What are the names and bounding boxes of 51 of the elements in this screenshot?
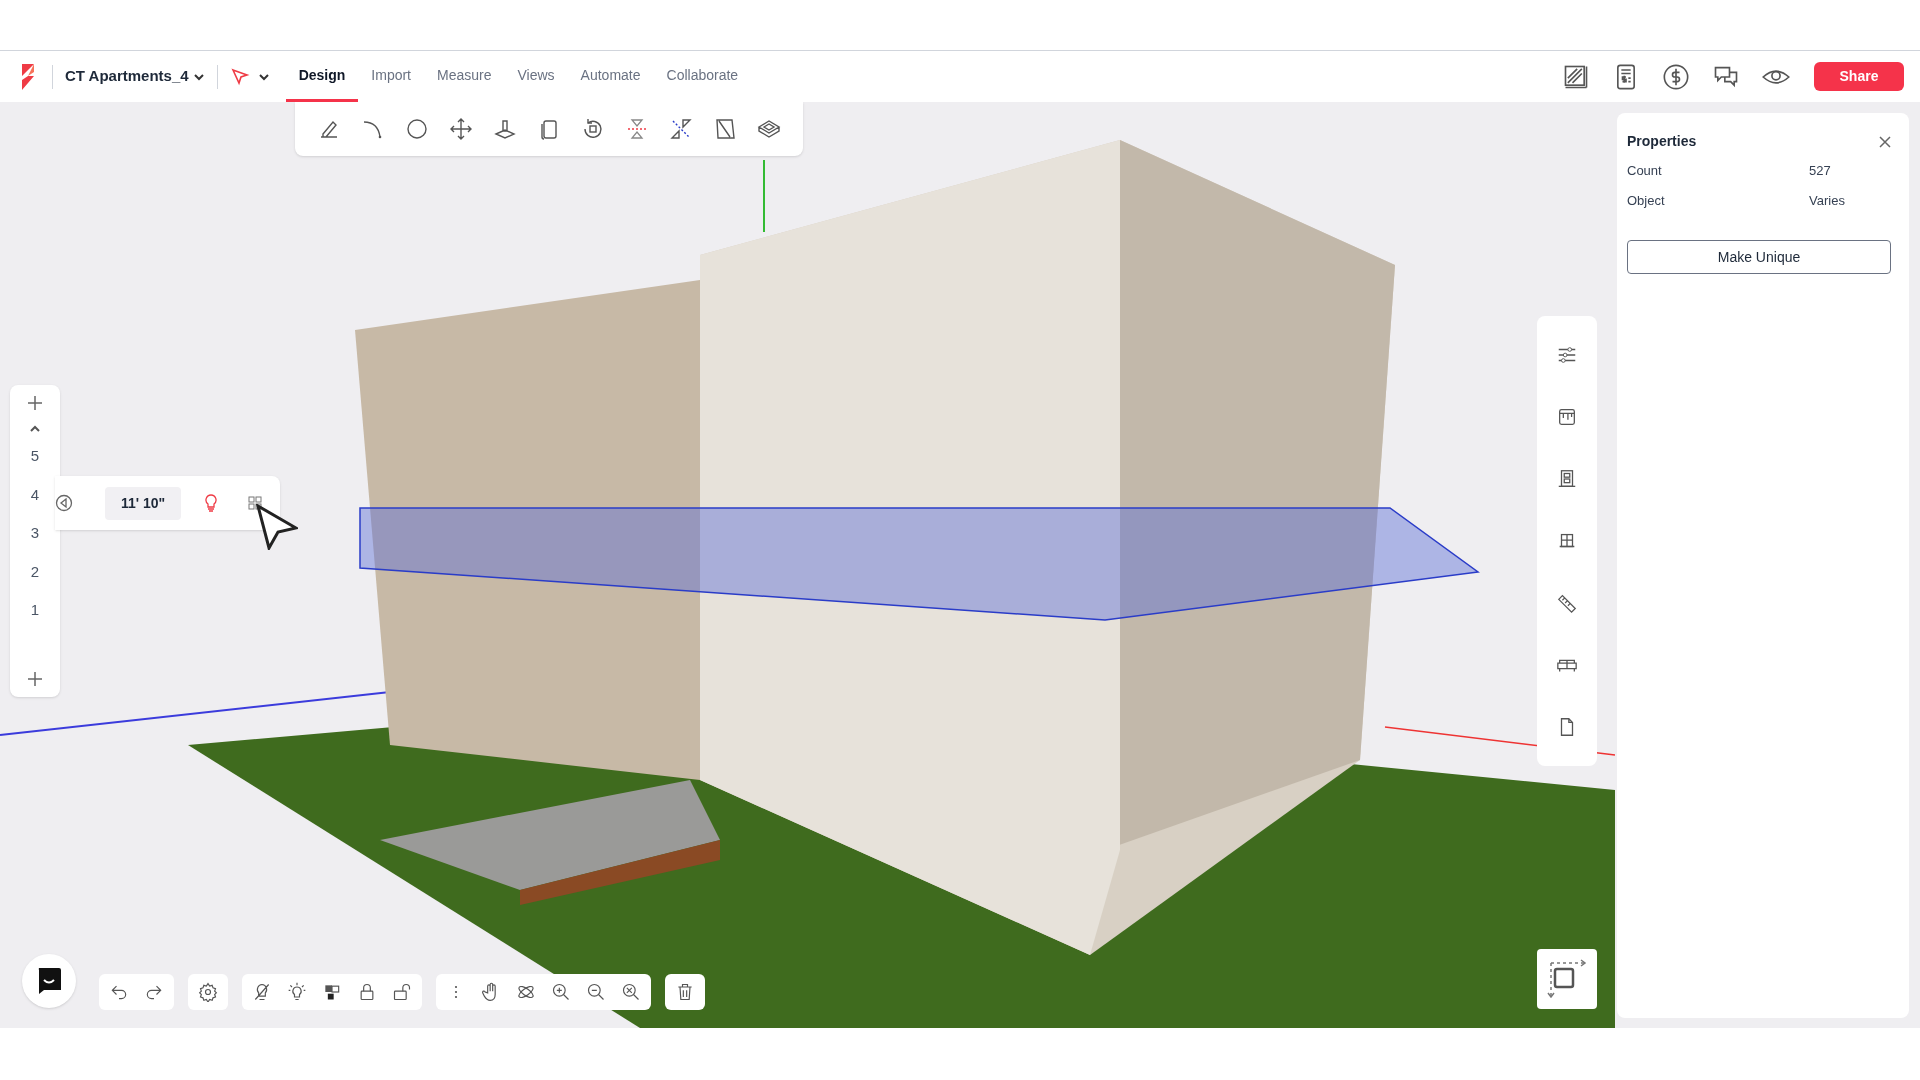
property-label: Count — [1627, 162, 1663, 180]
delete-icon[interactable] — [675, 982, 695, 1002]
floor-item[interactable]: 5 — [30, 437, 40, 476]
plus-icon — [27, 671, 43, 687]
cursor-icon — [229, 66, 250, 87]
light-off-icon[interactable] — [252, 982, 272, 1002]
project-title[interactable]: CT Apartments_4 — [65, 65, 205, 88]
sliders-icon[interactable] — [1556, 344, 1578, 366]
light-on-icon[interactable] — [287, 982, 307, 1002]
make-unique-button[interactable]: Make Unique — [1627, 240, 1891, 274]
select-tool-dropdown[interactable] — [229, 66, 270, 87]
zoom-extents-icon[interactable] — [621, 982, 641, 1002]
chevron-up-icon — [29, 425, 41, 433]
property-value: 527 — [1809, 162, 1832, 180]
circle-icon[interactable] — [405, 117, 429, 141]
mirror-icon[interactable] — [625, 117, 649, 141]
property-value: Varies — [1809, 191, 1846, 210]
floor-item[interactable]: 2 — [30, 552, 40, 591]
zoom-in-icon[interactable] — [551, 982, 571, 1002]
group-icon[interactable] — [322, 982, 342, 1002]
split-icon[interactable] — [669, 117, 693, 141]
floor-item[interactable]: 1 — [30, 591, 40, 630]
plus-icon — [27, 395, 43, 411]
property-label: Object — [1627, 191, 1666, 210]
offset-icon[interactable] — [713, 117, 737, 141]
floor-item[interactable]: 3 — [30, 514, 40, 553]
rotate-icon[interactable] — [581, 117, 605, 141]
nav-tab[interactable]: Collaborate — [653, 51, 752, 102]
nav-tab[interactable]: Automate — [567, 51, 654, 102]
panel-title: Properties — [1627, 132, 1697, 151]
chat-icon[interactable] — [36, 967, 62, 995]
unlock-icon[interactable] — [392, 982, 412, 1002]
door-icon[interactable] — [1556, 468, 1578, 490]
close-button[interactable] — [1879, 135, 1891, 148]
lightbulb-icon[interactable] — [203, 494, 220, 512]
zoom-out-icon[interactable] — [586, 982, 606, 1002]
share-button[interactable]: Share — [1814, 62, 1904, 91]
grid-icon[interactable] — [248, 496, 263, 510]
dollar-icon[interactable] — [1662, 62, 1690, 91]
nav-tab[interactable]: Measure — [424, 51, 505, 102]
slab-icon[interactable] — [757, 117, 781, 141]
floor-item[interactable]: 4 — [30, 475, 40, 514]
collapse-icon[interactable] — [55, 494, 73, 512]
floor-height-field[interactable]: 11' 10" — [105, 486, 182, 520]
push-pull-icon[interactable] — [493, 117, 517, 141]
close-icon — [1879, 135, 1891, 148]
settings-icon[interactable] — [198, 982, 218, 1002]
move-icon[interactable] — [449, 117, 473, 141]
view-cube-button[interactable] — [1537, 949, 1597, 1009]
nav-tab[interactable]: Import — [358, 51, 424, 102]
nav-tab[interactable]: Views — [504, 51, 568, 102]
